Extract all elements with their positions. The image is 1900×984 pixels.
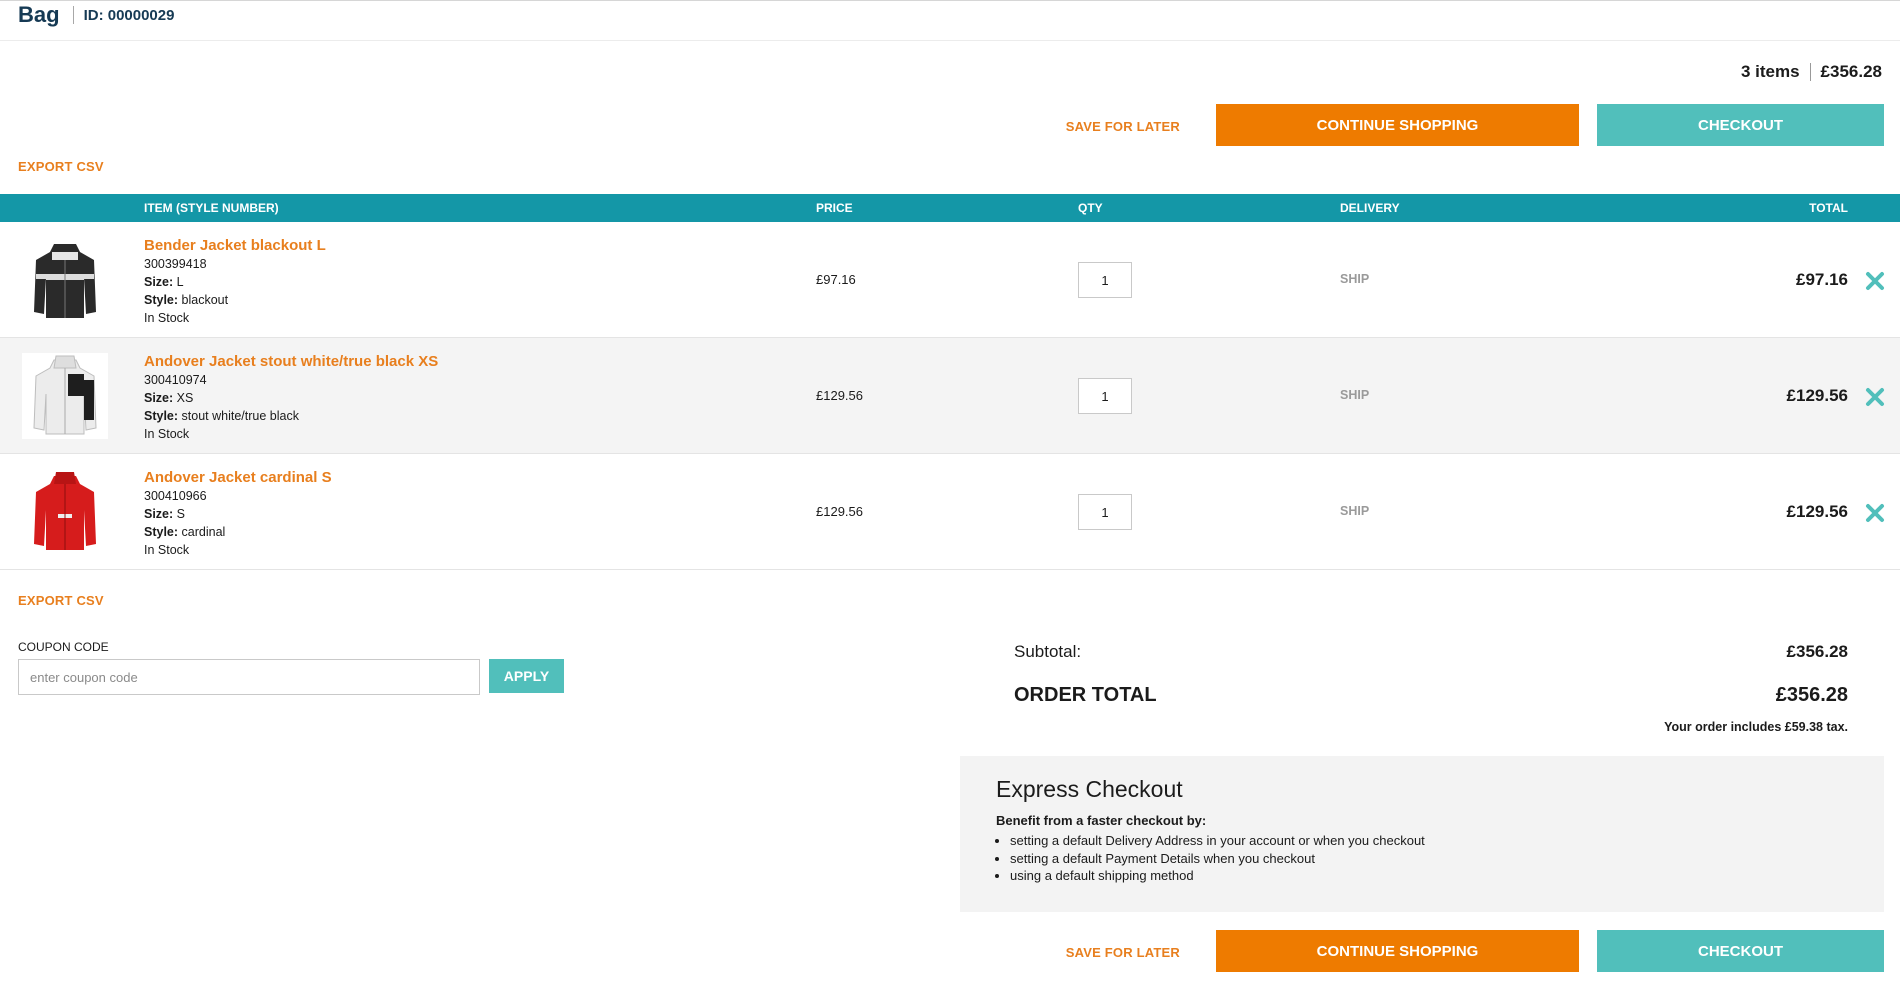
express-benefits-list: setting a default Delivery Address in yo… bbox=[996, 832, 1425, 885]
page-title: Bag bbox=[18, 2, 60, 27]
order-total-value: £356.28 bbox=[1775, 684, 1848, 706]
column-header-total: TOTAL bbox=[1809, 201, 1848, 215]
column-header-delivery: DELIVERY bbox=[1340, 201, 1400, 215]
list-item: setting a default Payment Details when y… bbox=[1010, 850, 1425, 868]
apply-coupon-button[interactable]: APPLY bbox=[489, 659, 564, 693]
delivery-method: SHIP bbox=[1340, 504, 1370, 518]
remove-item-icon[interactable] bbox=[1864, 386, 1886, 408]
items-count: 3 items bbox=[1740, 62, 1800, 81]
item-total: £129.56 bbox=[1786, 502, 1848, 521]
subtotal-label: Subtotal: bbox=[1014, 642, 1082, 661]
header-divider bbox=[72, 6, 74, 24]
export-csv-link-bottom[interactable]: EXPORT CSV bbox=[18, 593, 104, 608]
coupon-input[interactable] bbox=[18, 659, 480, 695]
express-checkout-subtitle: Benefit from a faster checkout by: bbox=[996, 813, 1207, 828]
quantity-input[interactable] bbox=[1078, 378, 1132, 414]
order-total-label: ORDER TOTAL bbox=[1014, 684, 1157, 706]
page-header: Bag ID: 00000029 bbox=[18, 2, 174, 28]
list-item: setting a default Delivery Address in yo… bbox=[1010, 832, 1425, 850]
express-checkout-title: Express Checkout bbox=[996, 776, 1183, 802]
item-size: Size: L bbox=[144, 275, 184, 289]
delivery-method: SHIP bbox=[1340, 272, 1370, 286]
item-details: Bender Jacket blackout L 300399418 Size:… bbox=[144, 236, 326, 327]
quantity-input[interactable] bbox=[1078, 262, 1132, 298]
item-name-link[interactable]: Andover Jacket cardinal S bbox=[144, 468, 332, 487]
column-header-item: ITEM (STYLE NUMBER) bbox=[144, 201, 279, 215]
cart-table-header: ITEM (STYLE NUMBER) PRICE QTY DELIVERY T… bbox=[0, 194, 1900, 222]
item-details: Andover Jacket stout white/true black XS… bbox=[144, 352, 438, 443]
column-header-qty: QTY bbox=[1078, 201, 1103, 215]
table-row: Bender Jacket blackout L 300399418 Size:… bbox=[0, 222, 1900, 338]
style-number: 300399418 bbox=[144, 257, 207, 271]
coupon-label: COUPON CODE bbox=[18, 640, 109, 654]
export-csv-link-top[interactable]: EXPORT CSV bbox=[18, 159, 104, 174]
item-style: Style: cardinal bbox=[144, 525, 226, 539]
tax-note: Your order includes £59.38 tax. bbox=[1664, 720, 1848, 734]
header-divider-line bbox=[0, 40, 1900, 41]
column-header-price: PRICE bbox=[816, 201, 853, 215]
item-name-link[interactable]: Bender Jacket blackout L bbox=[144, 236, 326, 255]
subtotal-value: £356.28 bbox=[1786, 642, 1848, 661]
summary-divider bbox=[1809, 63, 1811, 81]
quantity-input[interactable] bbox=[1078, 494, 1132, 530]
delivery-method: SHIP bbox=[1340, 388, 1370, 402]
item-price: £129.56 bbox=[816, 504, 863, 519]
item-size: Size: S bbox=[144, 507, 186, 521]
remove-item-icon[interactable] bbox=[1864, 270, 1886, 292]
item-size: Size: XS bbox=[144, 391, 194, 405]
item-details: Andover Jacket cardinal S 300410966 Size… bbox=[144, 468, 332, 559]
style-number: 300410966 bbox=[144, 489, 207, 503]
bag-summary: 3 items £356.28 bbox=[1741, 62, 1882, 82]
white-jacket-image[interactable] bbox=[22, 353, 108, 439]
table-row: Andover Jacket stout white/true black XS… bbox=[0, 338, 1900, 454]
order-id: ID: 00000029 bbox=[83, 6, 175, 24]
remove-item-icon[interactable] bbox=[1864, 502, 1886, 524]
checkout-button-top[interactable]: CHECKOUT bbox=[1597, 104, 1884, 146]
stock-status: In Stock bbox=[144, 543, 190, 557]
continue-shopping-button-bottom[interactable]: CONTINUE SHOPPING bbox=[1216, 930, 1579, 972]
red-jacket-image[interactable] bbox=[22, 469, 108, 555]
continue-shopping-button-top[interactable]: CONTINUE SHOPPING bbox=[1216, 104, 1579, 146]
item-price: £97.16 bbox=[816, 272, 856, 287]
item-total: £97.16 bbox=[1796, 270, 1848, 289]
express-checkout-panel: Express Checkout Benefit from a faster c… bbox=[960, 756, 1884, 912]
summary-total: £356.28 bbox=[1820, 62, 1882, 81]
item-total: £129.56 bbox=[1786, 386, 1848, 405]
table-row: Andover Jacket cardinal S 300410966 Size… bbox=[0, 454, 1900, 570]
item-style: Style: blackout bbox=[144, 293, 229, 307]
save-for-later-link-top[interactable]: SAVE FOR LATER bbox=[1060, 119, 1180, 134]
black-jacket-image[interactable] bbox=[22, 237, 108, 323]
stock-status: In Stock bbox=[144, 311, 190, 325]
item-name-link[interactable]: Andover Jacket stout white/true black XS bbox=[144, 352, 438, 371]
checkout-button-bottom[interactable]: CHECKOUT bbox=[1597, 930, 1884, 972]
item-style: Style: stout white/true black bbox=[144, 409, 299, 423]
item-price: £129.56 bbox=[816, 388, 863, 403]
style-number: 300410974 bbox=[144, 373, 207, 387]
top-border bbox=[0, 0, 1900, 1]
list-item: using a default shipping method bbox=[1010, 867, 1425, 885]
save-for-later-link-bottom[interactable]: SAVE FOR LATER bbox=[1060, 945, 1180, 960]
stock-status: In Stock bbox=[144, 427, 190, 441]
